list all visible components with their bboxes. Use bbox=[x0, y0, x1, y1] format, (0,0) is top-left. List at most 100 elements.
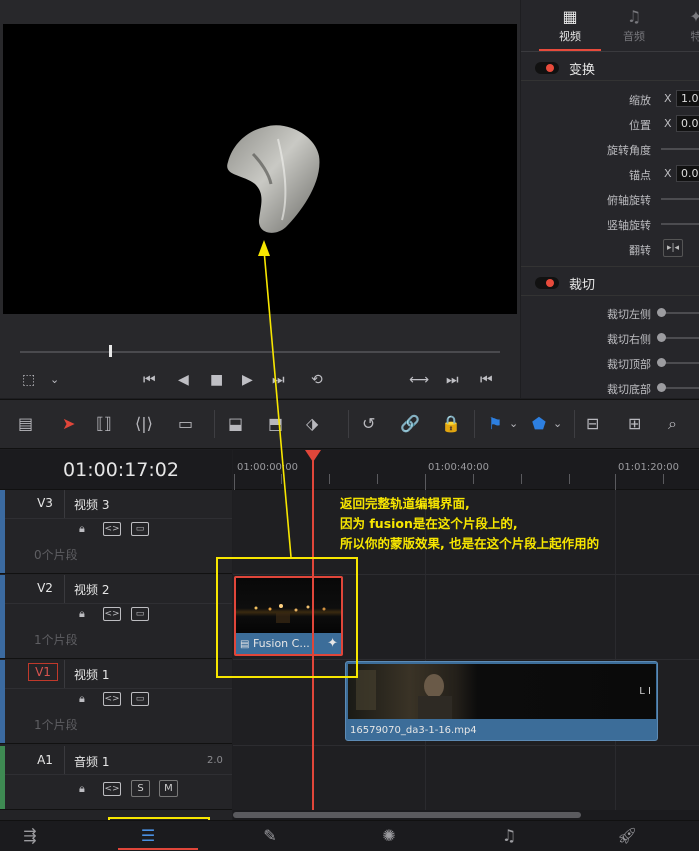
timeline-timecode[interactable]: 01:00:17:02 bbox=[0, 450, 232, 490]
next-edit-icon[interactable]: ⏭ bbox=[446, 372, 459, 388]
slider-knob[interactable] bbox=[657, 308, 666, 317]
chevron-down-icon[interactable]: ⌄ bbox=[553, 414, 562, 434]
blade-tool-icon[interactable]: ▭ bbox=[178, 414, 193, 434]
match-frame-icon[interactable]: ⟷ bbox=[409, 372, 429, 388]
zoom-detail-icon[interactable]: ⊞ bbox=[628, 414, 641, 434]
color-page-icon[interactable]: ✺ bbox=[374, 827, 404, 845]
crop-top-slider[interactable] bbox=[661, 362, 699, 364]
param-label: 裁切右侧 bbox=[607, 333, 651, 346]
ruler-tick bbox=[425, 474, 426, 490]
loop-icon[interactable]: ⟲ bbox=[311, 372, 323, 388]
cut-page-icon[interactable]: ⇶ bbox=[15, 827, 45, 845]
param-crop-top: 裁切顶部 bbox=[521, 353, 699, 373]
crop-section-header[interactable]: 裁切 bbox=[535, 272, 595, 294]
video-clip[interactable]: L I 16579070_da3-1-16.mp4 bbox=[345, 661, 658, 741]
jump-to-start-icon[interactable]: ⏮ bbox=[143, 372, 156, 388]
trim-tool-icon[interactable]: ⟦⟧ bbox=[96, 414, 112, 434]
annotation-line: 返回完整轨道编辑界面, bbox=[340, 496, 470, 511]
deliver-page-icon[interactable]: 🚀︎ bbox=[612, 827, 642, 845]
ruler-tick bbox=[569, 474, 570, 484]
param-rotation: 旋转角度 bbox=[521, 139, 699, 159]
auto-select-icon[interactable]: <> bbox=[103, 782, 121, 796]
position-x-field[interactable]: 0.0 bbox=[676, 115, 699, 132]
yaw-slider[interactable] bbox=[661, 223, 699, 225]
track-header-v2[interactable]: V2 视频 2 🔒︎ <> ▭ 1个片段 bbox=[0, 575, 232, 659]
track-color-stripe bbox=[0, 660, 5, 743]
slider-knob[interactable] bbox=[657, 333, 666, 342]
active-tab-indicator bbox=[539, 49, 601, 51]
timeline-scrollbar[interactable] bbox=[233, 810, 699, 820]
solo-button[interactable]: S bbox=[131, 780, 150, 797]
fairlight-page-icon[interactable]: ♫ bbox=[494, 827, 524, 845]
param-crop-left: 裁切左侧 bbox=[521, 303, 699, 323]
track-header-v3[interactable]: V3 视频 3 🔒︎ <> ▭ 0个片段 bbox=[0, 490, 232, 574]
crop-toggle[interactable] bbox=[535, 277, 559, 289]
playhead-handle[interactable] bbox=[305, 450, 321, 462]
timeline-view-options-icon[interactable]: ▤ bbox=[18, 414, 33, 434]
snapping-magnet-icon[interactable]: ↺ bbox=[362, 414, 375, 434]
tab-audio[interactable]: ♫ 音频 bbox=[609, 6, 659, 44]
timeline-ruler[interactable]: 01:00:00:00 01:00:40:00 01:01:20:00 bbox=[233, 450, 699, 490]
marker-icon[interactable]: ⬟ bbox=[532, 414, 546, 434]
auto-select-icon[interactable]: <> bbox=[103, 607, 121, 621]
track-header-a1[interactable]: A1 音频 1 2.0 🔒︎ <> S M bbox=[0, 746, 232, 810]
anchor-x-field[interactable]: 0.0 bbox=[676, 165, 699, 182]
zoom-full-icon[interactable]: ⊟ bbox=[586, 414, 599, 434]
lock-icon[interactable]: 🔒︎ bbox=[79, 692, 85, 706]
viewer-options-icon[interactable]: ⬚ bbox=[22, 372, 35, 388]
lock-icon[interactable]: 🔒︎ bbox=[79, 782, 85, 796]
tab-effects[interactable]: ✦ 特 bbox=[671, 6, 699, 44]
param-label: 旋转角度 bbox=[607, 144, 651, 157]
inspector-panel: ▦ 视频 ♫ 音频 ✦ 特 变换 缩放 X 1.0 位置 X 0.0 旋转角度 … bbox=[521, 0, 699, 398]
flag-icon[interactable]: ⚑ bbox=[488, 414, 502, 434]
lock-icon[interactable]: 🔒︎ bbox=[79, 522, 85, 536]
position-lock-icon[interactable]: 🔒 bbox=[441, 414, 461, 434]
track-divider bbox=[64, 746, 65, 774]
lock-icon[interactable]: 🔒︎ bbox=[79, 607, 85, 621]
slider-knob[interactable] bbox=[657, 358, 666, 367]
transform-title: 变换 bbox=[569, 62, 596, 78]
crop-left-slider[interactable] bbox=[661, 312, 699, 314]
track-id-v1[interactable]: V1 bbox=[28, 663, 58, 681]
crop-bottom-slider[interactable] bbox=[661, 387, 699, 389]
selection-tool-icon[interactable]: ➤ bbox=[62, 414, 75, 434]
stop-icon[interactable]: ■ bbox=[210, 372, 223, 388]
interior-scene-thumbnail bbox=[356, 670, 452, 719]
viewer-canvas[interactable] bbox=[3, 24, 517, 314]
track-row-divider bbox=[5, 774, 232, 775]
chevron-down-icon[interactable]: ⌄ bbox=[509, 414, 518, 434]
tab-video[interactable]: ▦ 视频 bbox=[545, 6, 595, 44]
auto-select-icon[interactable]: <> bbox=[103, 692, 121, 706]
chevron-down-icon[interactable]: ⌄ bbox=[50, 372, 59, 388]
dynamic-trim-icon[interactable]: ⟨|⟩ bbox=[135, 414, 153, 434]
auto-select-icon[interactable]: <> bbox=[103, 522, 121, 536]
insert-clip-icon[interactable]: ⬓ bbox=[228, 414, 243, 434]
track-name-a1: 音频 1 bbox=[74, 755, 110, 769]
transform-section-header[interactable]: 变换 bbox=[535, 57, 595, 79]
replace-clip-icon[interactable]: ⬗ bbox=[306, 414, 318, 434]
pitch-slider[interactable] bbox=[661, 198, 699, 200]
viewer-scrubber[interactable] bbox=[20, 351, 500, 353]
slider-knob[interactable] bbox=[657, 383, 666, 392]
track-visibility-icon[interactable]: ▭ bbox=[131, 692, 149, 706]
track-visibility-icon[interactable]: ▭ bbox=[131, 522, 149, 536]
param-zoom: 缩放 X 1.0 bbox=[521, 89, 699, 109]
play-icon[interactable]: ▶ bbox=[242, 372, 253, 388]
flip-horizontal-icon[interactable]: ▸|◂ bbox=[663, 239, 683, 257]
transform-toggle[interactable] bbox=[535, 62, 559, 74]
previous-edit-icon[interactable]: ⏮ bbox=[480, 372, 493, 388]
fusion-page-icon[interactable]: ✎ bbox=[255, 827, 285, 845]
mute-button[interactable]: M bbox=[159, 780, 178, 797]
rotation-slider[interactable] bbox=[661, 148, 699, 150]
jump-to-end-icon[interactable]: ⏭ bbox=[272, 372, 285, 388]
edit-page-icon[interactable]: ☰ bbox=[133, 827, 163, 845]
play-reverse-icon[interactable]: ◀ bbox=[178, 372, 189, 388]
track-header-v1[interactable]: V1 视频 1 🔒︎ <> ▭ 1个片段 bbox=[0, 660, 232, 744]
crop-right-slider[interactable] bbox=[661, 337, 699, 339]
track-visibility-icon[interactable]: ▭ bbox=[131, 607, 149, 621]
linked-selection-icon[interactable]: 🔗 bbox=[400, 414, 420, 434]
zoom-custom-icon[interactable]: ⌕ bbox=[668, 414, 677, 434]
zoom-x-field[interactable]: 1.0 bbox=[676, 90, 699, 107]
scrubber-playhead[interactable] bbox=[109, 345, 112, 357]
overwrite-clip-icon[interactable]: ⬒ bbox=[268, 414, 283, 434]
